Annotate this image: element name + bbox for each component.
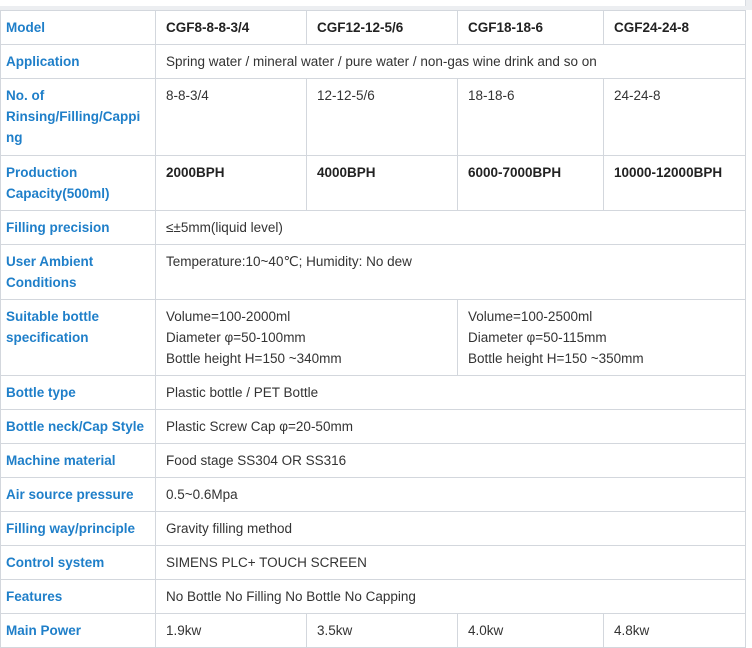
power-value-1: 1.9kw: [155, 613, 307, 648]
application-value: Spring water / mineral water / pure wate…: [155, 44, 746, 79]
capacity-label-line-2: Capacity(500ml): [6, 186, 110, 201]
capacity-label-line-1: Production: [6, 165, 78, 180]
material-value: Food stage SS304 OR SS316: [155, 443, 746, 478]
table-row-model: Model CGF8-8-8-3/4 CGF12-12-5/6 CGF18-18…: [0, 10, 746, 45]
filling-way-value: Gravity filling method: [155, 511, 746, 546]
row-label-bottle-spec: Suitable bottle specification: [0, 299, 156, 376]
capacity-value-1: 2000BPH: [155, 155, 307, 211]
control-value: SIMENS PLC+ TOUCH SCREEN: [155, 545, 746, 580]
table-row-application: Application Spring water / mineral water…: [0, 44, 746, 79]
heads-value-4: 24-24-8: [603, 78, 746, 156]
bottle-spec-label-line-1: Suitable bottle: [6, 309, 100, 324]
row-label-air: Air source pressure: [0, 477, 156, 512]
cap-style-value: Plastic Screw Cap φ=20-50mm: [155, 409, 746, 444]
model-cell-1: CGF8-8-8-3/4: [155, 10, 307, 45]
bottle-spec-left-line-2: Diameter φ=50-100mm: [166, 330, 306, 345]
features-value: No Bottle No Filling No Bottle No Cappin…: [155, 579, 746, 614]
table-row-capacity: Production Capacity(500ml) 2000BPH 4000B…: [0, 155, 746, 211]
model-cell-3: CGF18-18-6: [457, 10, 604, 45]
bottle-spec-right-line-3: Bottle height H=150 ~350mm: [468, 351, 644, 366]
row-label-filling-way: Filling way/principle: [0, 511, 156, 546]
row-label-capacity: Production Capacity(500ml): [0, 155, 156, 211]
heads-value-3: 18-18-6: [457, 78, 604, 156]
row-label-ambient: User Ambient Conditions: [0, 244, 156, 300]
row-label-control: Control system: [0, 545, 156, 580]
top-band: [0, 0, 752, 10]
table-row-features: Features No Bottle No Filling No Bottle …: [0, 579, 746, 614]
bottle-spec-right-line-1: Volume=100-2500ml: [468, 309, 593, 324]
table-row-material: Machine material Food stage SS304 OR SS3…: [0, 443, 746, 478]
row-label-heads: No. of Rinsing/Filling/Cappi ng: [0, 78, 156, 156]
row-label-bottle-type: Bottle type: [0, 375, 156, 410]
row-label-model: Model: [0, 10, 156, 45]
bottle-spec-right: Volume=100-2500ml Diameter φ=50-115mm Bo…: [457, 299, 746, 376]
scroll-edge: [0, 0, 746, 6]
table-row-air: Air source pressure 0.5~0.6Mpa: [0, 477, 746, 512]
power-value-2: 3.5kw: [306, 613, 458, 648]
capacity-value-3: 6000-7000BPH: [457, 155, 604, 211]
table-row-precision: Filling precision ≤±5mm(liquid level): [0, 210, 746, 245]
bottle-spec-left: Volume=100-2000ml Diameter φ=50-100mm Bo…: [155, 299, 458, 376]
bottle-type-value: Plastic bottle / PET Bottle: [155, 375, 746, 410]
heads-label-line-2: Rinsing/Filling/Cappi: [6, 109, 141, 124]
ambient-label-line-2: Conditions: [6, 275, 77, 290]
row-label-material: Machine material: [0, 443, 156, 478]
heads-label-line-3: ng: [6, 130, 23, 145]
table-row-control: Control system SIMENS PLC+ TOUCH SCREEN: [0, 545, 746, 580]
bottle-spec-right-line-2: Diameter φ=50-115mm: [468, 330, 607, 345]
model-cell-2: CGF12-12-5/6: [306, 10, 458, 45]
bottle-spec-left-line-3: Bottle height H=150 ~340mm: [166, 351, 342, 366]
capacity-value-2: 4000BPH: [306, 155, 458, 211]
capacity-value-4: 10000-12000BPH: [603, 155, 746, 211]
row-label-power: Main Power: [0, 613, 156, 648]
table-row-ambient: User Ambient Conditions Temperature:10~4…: [0, 244, 746, 300]
row-label-cap-style: Bottle neck/Cap Style: [0, 409, 156, 444]
table-row-filling-way: Filling way/principle Gravity filling me…: [0, 511, 746, 546]
row-label-application: Application: [0, 44, 156, 79]
ambient-label-line-1: User Ambient: [6, 254, 94, 269]
ambient-value: Temperature:10~40℃; Humidity: No dew: [155, 244, 746, 300]
heads-label-line-1: No. of: [6, 88, 45, 103]
heads-value-1: 8-8-3/4: [155, 78, 307, 156]
model-cell-4: CGF24-24-8: [603, 10, 746, 45]
table-row-power: Main Power 1.9kw 3.5kw 4.0kw 4.8kw: [0, 613, 746, 648]
table-row-bottle-type: Bottle type Plastic bottle / PET Bottle: [0, 375, 746, 410]
row-label-precision: Filling precision: [0, 210, 156, 245]
row-label-features: Features: [0, 579, 156, 614]
precision-value: ≤±5mm(liquid level): [155, 210, 746, 245]
table-row-heads: No. of Rinsing/Filling/Cappi ng 8-8-3/4 …: [0, 78, 746, 156]
bottle-spec-label-line-2: specification: [6, 330, 89, 345]
power-value-3: 4.0kw: [457, 613, 604, 648]
table-row-cap-style: Bottle neck/Cap Style Plastic Screw Cap …: [0, 409, 746, 444]
bottle-spec-left-line-1: Volume=100-2000ml: [166, 309, 291, 324]
power-value-4: 4.8kw: [603, 613, 746, 648]
air-value: 0.5~0.6Mpa: [155, 477, 746, 512]
spec-table: Model CGF8-8-8-3/4 CGF12-12-5/6 CGF18-18…: [0, 10, 746, 648]
table-row-bottle-spec: Suitable bottle specification Volume=100…: [0, 299, 746, 376]
heads-value-2: 12-12-5/6: [306, 78, 458, 156]
